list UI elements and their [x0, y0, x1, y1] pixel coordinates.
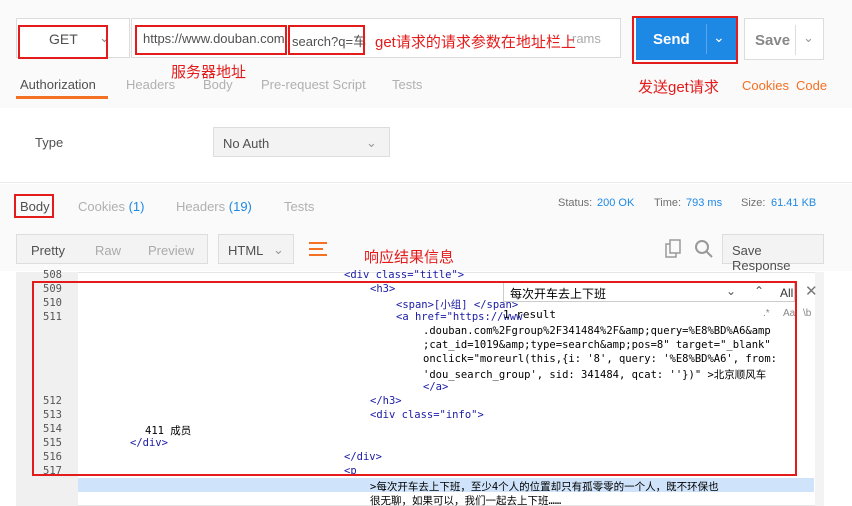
- tab-label: Headers: [176, 199, 226, 214]
- chevron-down-icon: ⌄: [273, 242, 284, 257]
- tab-authorization[interactable]: Authorization: [20, 77, 96, 92]
- tab-body[interactable]: Body: [203, 77, 233, 92]
- view-preview[interactable]: Preview: [148, 243, 194, 258]
- time-value: 793 ms: [686, 197, 723, 209]
- annotation-box-method: [18, 25, 108, 59]
- auth-pane: [0, 108, 852, 183]
- wrap-lines-icon[interactable]: [306, 238, 330, 260]
- tab-label: Cookies: [78, 199, 125, 214]
- annotation-box-server: [135, 25, 287, 55]
- tab-response-headers[interactable]: Headers (19): [176, 199, 252, 214]
- status-value: 200 OK: [597, 197, 635, 209]
- auth-type-value: No Auth: [223, 136, 270, 151]
- size-value: 61.41 KB: [771, 197, 817, 209]
- view-mode-group: Pretty Raw Preview: [16, 234, 208, 264]
- save-response-button[interactable]: Save Response: [722, 234, 824, 273]
- annotation-box-query: [288, 25, 365, 55]
- word-toggle[interactable]: \b: [803, 308, 811, 319]
- close-icon[interactable]: ✕: [805, 282, 818, 300]
- view-pretty[interactable]: Pretty: [31, 243, 65, 258]
- cookies-link[interactable]: Cookies: [742, 78, 789, 93]
- annotation-response-note: 响应结果信息: [364, 249, 455, 266]
- code-line: >每次开车去上下班，至少4个人的位置却只有孤零零的一个人，既不环保也: [370, 481, 719, 493]
- chevron-down-icon[interactable]: ⌄: [803, 30, 814, 46]
- annotation-box-response: [32, 281, 797, 476]
- tab-response-cookies[interactable]: Cookies (1): [78, 199, 144, 214]
- code-link[interactable]: Code: [796, 78, 827, 93]
- divider: [795, 25, 796, 55]
- search-icon[interactable]: [693, 238, 715, 260]
- format-value: HTML: [228, 243, 264, 258]
- code-line: 很无聊，如果可以，我们一起去上下班……: [370, 495, 562, 506]
- editor-scrollbar[interactable]: [815, 272, 824, 506]
- annotation-query-note: get请求的请求参数在地址栏上: [375, 34, 576, 51]
- size-label: Size:: [741, 197, 766, 209]
- save-button[interactable]: Save ⌄: [744, 18, 824, 60]
- time-label: Time:: [654, 197, 682, 209]
- annotation-box-send: [632, 16, 738, 64]
- save-response-label: Save Response: [732, 243, 791, 273]
- copy-icon[interactable]: [663, 238, 683, 260]
- count-badge: (1): [128, 199, 145, 214]
- view-raw[interactable]: Raw: [95, 243, 121, 258]
- code-line: <div class="title">: [344, 269, 465, 281]
- auth-type-label: Type: [35, 135, 64, 150]
- params-button[interactable]: rams: [572, 31, 601, 46]
- count-badge: (19): [228, 199, 252, 214]
- tab-headers[interactable]: Headers: [126, 77, 175, 92]
- save-label: Save: [755, 32, 791, 49]
- tab-response-tests[interactable]: Tests: [284, 199, 314, 214]
- annotation-send-note: 发送get请求: [638, 79, 719, 96]
- line-number: 508: [43, 269, 62, 281]
- tab-pre-request-script[interactable]: Pre-request Script: [261, 77, 366, 92]
- tab-tests[interactable]: Tests: [392, 77, 422, 92]
- annotation-box-body: [14, 194, 54, 218]
- auth-type-select[interactable]: No Auth ⌄: [213, 127, 390, 157]
- chevron-down-icon: ⌄: [366, 135, 377, 150]
- status-label: Status:: [558, 197, 593, 209]
- format-select[interactable]: HTML ⌄: [218, 234, 294, 264]
- active-tab-indicator: [16, 96, 108, 99]
